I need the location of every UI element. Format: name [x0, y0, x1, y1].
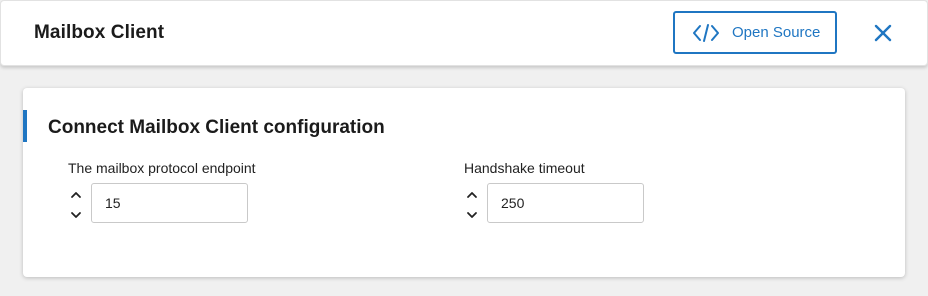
chevron-down-icon[interactable] [464, 208, 480, 222]
card-title: Connect Mailbox Client configuration [48, 117, 385, 138]
handshake-timeout-input[interactable] [487, 183, 644, 223]
close-icon[interactable] [871, 21, 895, 45]
open-source-label: Open Source [732, 24, 821, 41]
chevron-up-icon[interactable] [68, 188, 84, 202]
endpoint-label: The mailbox protocol endpoint [68, 160, 256, 176]
open-source-button[interactable]: Open Source [673, 11, 837, 54]
chevron-down-icon[interactable] [68, 208, 84, 222]
handshake-timeout-stepper [464, 184, 480, 224]
chevron-up-icon[interactable] [464, 188, 480, 202]
endpoint-input[interactable] [91, 183, 248, 223]
page-title: Mailbox Client [34, 22, 165, 43]
app-header: Mailbox Client Open Source [0, 0, 928, 66]
configuration-card: Connect Mailbox Client configuration The… [23, 88, 905, 277]
code-icon [693, 24, 719, 42]
card-accent-bar [23, 110, 27, 142]
endpoint-stepper [68, 184, 84, 224]
handshake-timeout-label: Handshake timeout [464, 160, 585, 176]
